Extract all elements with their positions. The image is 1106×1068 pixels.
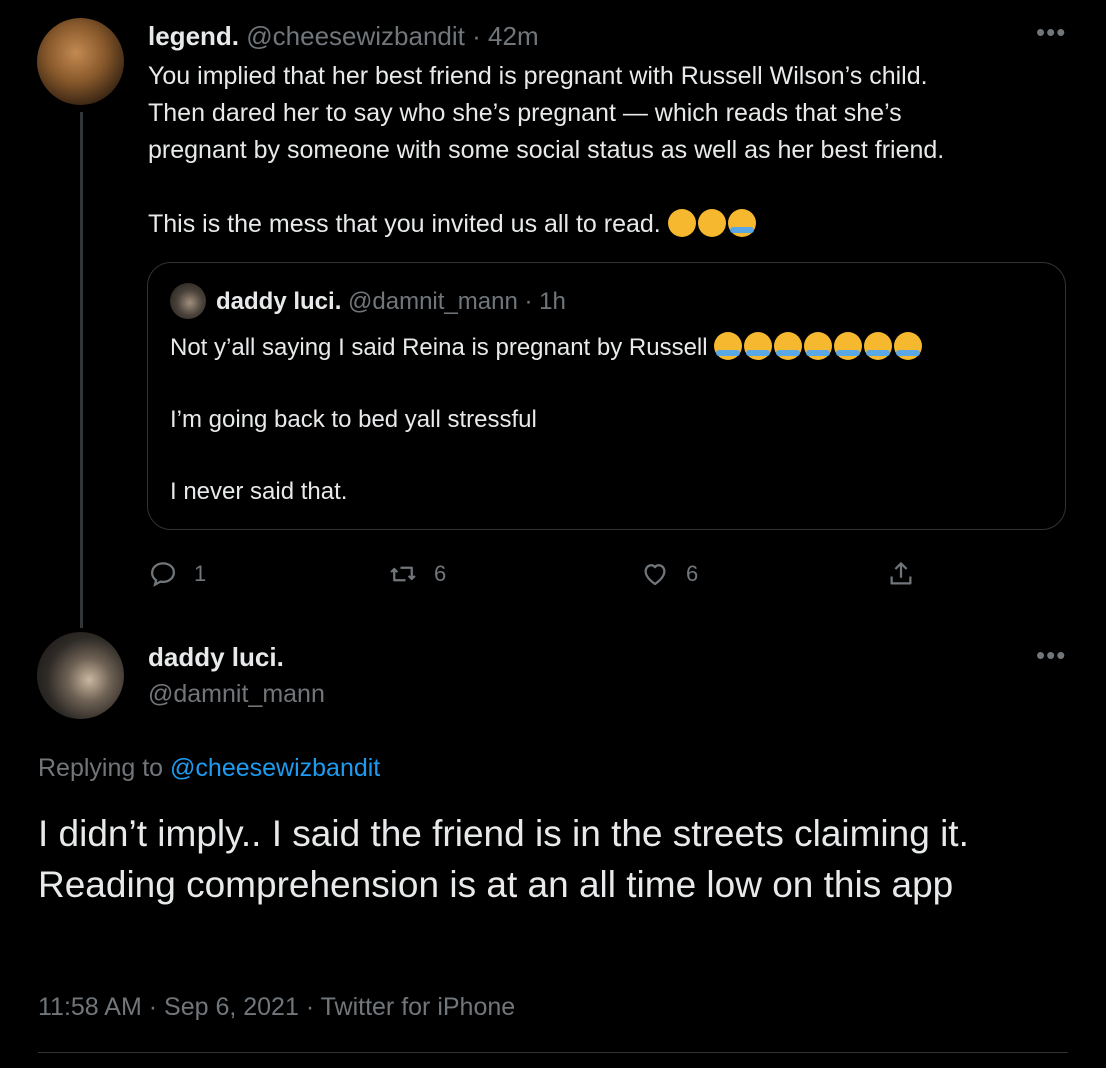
tweet-date[interactable]: Sep 6, 2021 [164,993,299,1021]
quoted-timestamp: 1h [539,288,566,315]
tears-of-joy-emoji [774,332,803,360]
quoted-rest: I’m going back to bed yall stressful I n… [170,406,537,505]
quoted-tweet-header: daddy luci. @damnit_mann · 1h [216,286,566,318]
separator: · [472,21,481,51]
like-button[interactable]: 6 [640,558,698,590]
replying-to-link[interactable]: @cheesewizbandit [170,754,380,782]
quoted-tweet-text: Not y’all saying I said Reina is pregnan… [170,330,1050,510]
reply-icon [150,562,176,587]
tweet-text-body: You implied that her best friend is preg… [148,62,945,238]
heart-icon [644,564,666,586]
retweet-icon [390,566,416,582]
thread-connector-line [80,112,83,628]
reply-count: 1 [194,561,207,586]
quoted-display-name: daddy luci. [216,288,342,315]
loudly-crying-emoji [864,332,893,360]
handle[interactable]: @damnit_mann [148,677,325,711]
avatar[interactable] [37,18,124,105]
retweet-button[interactable]: 6 [388,558,446,590]
tweet-meta: 11:58 AM · Sep 6, 2021 · Twitter for iPh… [38,990,515,1024]
quoted-avatar [170,283,206,319]
quoted-handle: @damnit_mann [348,288,518,315]
like-count: 6 [686,561,699,586]
tweet-header: legend. @cheesewizbandit · 42m [148,19,539,53]
more-options-icon[interactable]: ••• [1036,642,1066,668]
tweet-time[interactable]: 11:58 AM [38,993,142,1021]
retweet-count: 6 [434,561,447,586]
more-options-icon[interactable]: ••• [1036,19,1066,45]
display-name[interactable]: legend. [148,21,239,51]
timestamp[interactable]: 42m [488,21,539,51]
loudly-crying-emoji [834,332,863,360]
loudly-crying-emoji [804,332,833,360]
confounded-face-emoji [667,209,696,237]
replying-prefix: Replying to [38,754,164,782]
tweet-source[interactable]: Twitter for iPhone [321,993,516,1021]
divider [38,1052,1068,1053]
separator: · [524,288,533,315]
share-icon [890,562,912,585]
loudly-crying-emoji [894,332,923,360]
avatar[interactable] [37,632,124,719]
display-name[interactable]: daddy luci. [148,640,284,674]
replying-to: Replying to @cheesewizbandit [38,752,380,784]
quoted-line-1: Not y’all saying I said Reina is pregnan… [170,334,708,361]
handle[interactable]: @cheesewizbandit [246,21,465,51]
woozy-face-emoji [697,209,726,237]
tweet-text: You implied that her best friend is preg… [148,58,1048,243]
reply-button[interactable]: 1 [148,558,206,590]
share-button[interactable] [886,558,916,590]
tears-of-joy-emoji [714,332,743,360]
separator: · [305,993,315,1021]
tweet-text: I didn’t imply.. I said the friend is in… [38,813,969,905]
tears-of-joy-emoji [727,209,756,237]
separator: · [148,993,158,1021]
tears-of-joy-emoji [744,332,773,360]
